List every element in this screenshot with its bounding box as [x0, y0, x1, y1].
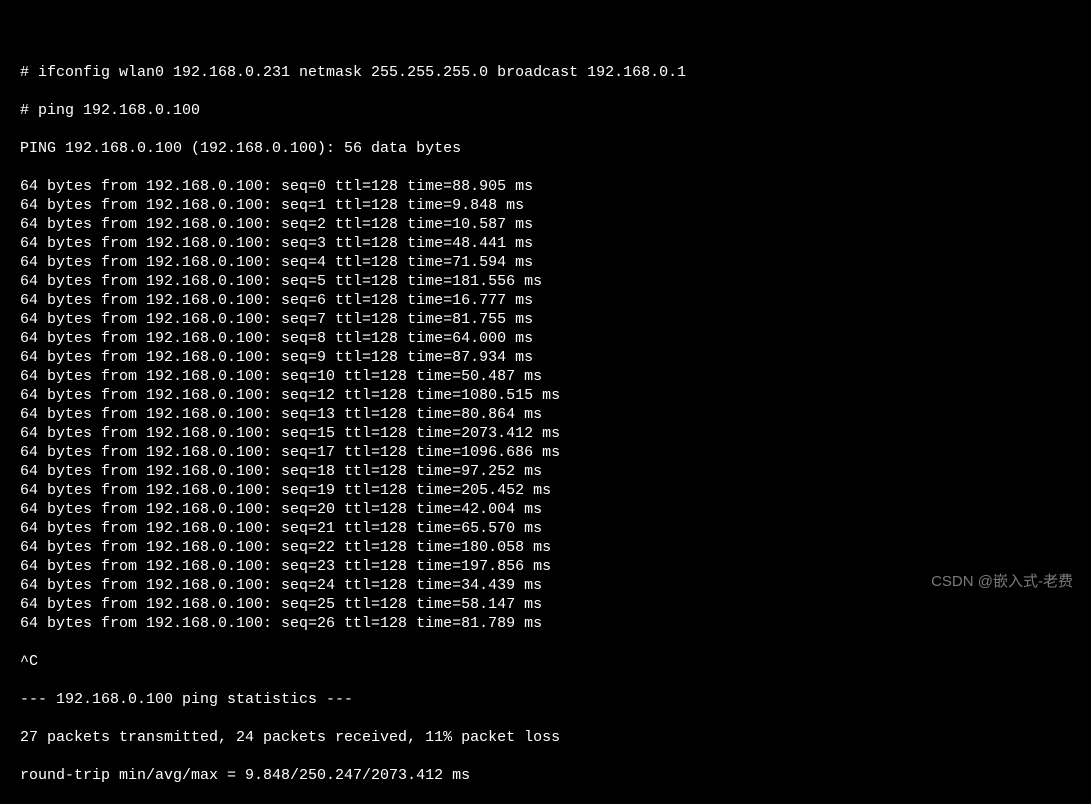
stats-header: --- 192.168.0.100 ping statistics --- [20, 690, 1091, 709]
ping-reply-line: 64 bytes from 192.168.0.100: seq=22 ttl=… [20, 538, 1091, 557]
ping-reply-line: 64 bytes from 192.168.0.100: seq=0 ttl=1… [20, 177, 1091, 196]
ping-header: PING 192.168.0.100 (192.168.0.100): 56 d… [20, 139, 1091, 158]
stats-rtt: round-trip min/avg/max = 9.848/250.247/2… [20, 766, 1091, 785]
ping-reply-line: 64 bytes from 192.168.0.100: seq=2 ttl=1… [20, 215, 1091, 234]
cmd-ifconfig: # ifconfig wlan0 192.168.0.231 netmask 2… [20, 63, 1091, 82]
terminal-output[interactable]: # ifconfig wlan0 192.168.0.231 netmask 2… [0, 0, 1091, 804]
ping-reply-line: 64 bytes from 192.168.0.100: seq=25 ttl=… [20, 595, 1091, 614]
ping-reply-line: 64 bytes from 192.168.0.100: seq=3 ttl=1… [20, 234, 1091, 253]
ping-reply-line: 64 bytes from 192.168.0.100: seq=24 ttl=… [20, 576, 1091, 595]
ping-reply-line: 64 bytes from 192.168.0.100: seq=10 ttl=… [20, 367, 1091, 386]
ping-reply-line: 64 bytes from 192.168.0.100: seq=5 ttl=1… [20, 272, 1091, 291]
ping-reply-line: 64 bytes from 192.168.0.100: seq=18 ttl=… [20, 462, 1091, 481]
ping-reply-line: 64 bytes from 192.168.0.100: seq=19 ttl=… [20, 481, 1091, 500]
ping-replies: 64 bytes from 192.168.0.100: seq=0 ttl=1… [20, 177, 1091, 633]
cmd-ping: # ping 192.168.0.100 [20, 101, 1091, 120]
interrupt-signal: ^C [20, 652, 1091, 671]
ping-reply-line: 64 bytes from 192.168.0.100: seq=7 ttl=1… [20, 310, 1091, 329]
ping-reply-line: 64 bytes from 192.168.0.100: seq=4 ttl=1… [20, 253, 1091, 272]
ping-reply-line: 64 bytes from 192.168.0.100: seq=17 ttl=… [20, 443, 1091, 462]
ping-reply-line: 64 bytes from 192.168.0.100: seq=13 ttl=… [20, 405, 1091, 424]
ping-reply-line: 64 bytes from 192.168.0.100: seq=23 ttl=… [20, 557, 1091, 576]
ping-reply-line: 64 bytes from 192.168.0.100: seq=8 ttl=1… [20, 329, 1091, 348]
ping-reply-line: 64 bytes from 192.168.0.100: seq=1 ttl=1… [20, 196, 1091, 215]
ping-reply-line: 64 bytes from 192.168.0.100: seq=15 ttl=… [20, 424, 1091, 443]
ping-reply-line: 64 bytes from 192.168.0.100: seq=9 ttl=1… [20, 348, 1091, 367]
ping-reply-line: 64 bytes from 192.168.0.100: seq=20 ttl=… [20, 500, 1091, 519]
ping-reply-line: 64 bytes from 192.168.0.100: seq=6 ttl=1… [20, 291, 1091, 310]
ping-reply-line: 64 bytes from 192.168.0.100: seq=26 ttl=… [20, 614, 1091, 633]
stats-summary: 27 packets transmitted, 24 packets recei… [20, 728, 1091, 747]
ping-reply-line: 64 bytes from 192.168.0.100: seq=12 ttl=… [20, 386, 1091, 405]
blank-line [20, 25, 1091, 44]
ping-reply-line: 64 bytes from 192.168.0.100: seq=21 ttl=… [20, 519, 1091, 538]
